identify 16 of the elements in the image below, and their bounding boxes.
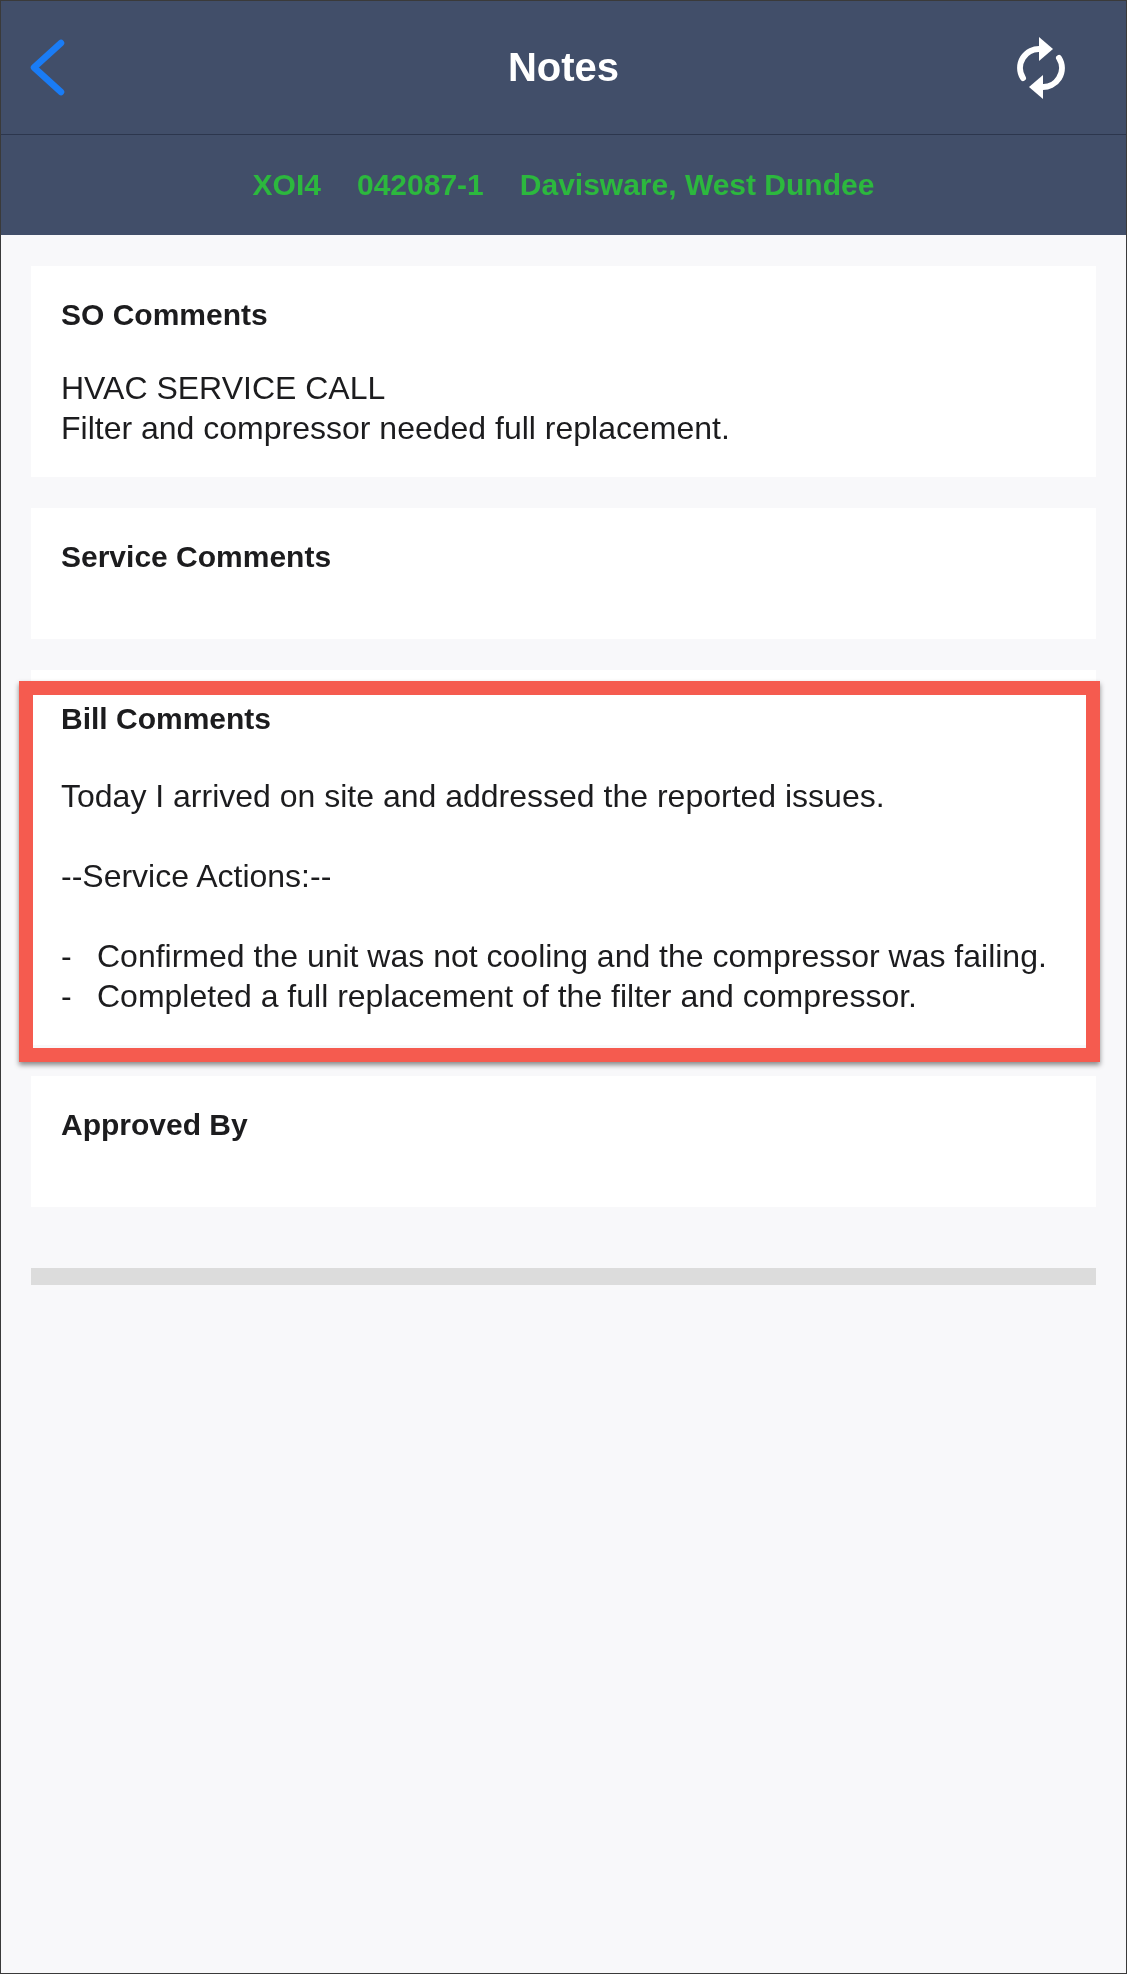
list-item-text: Confirmed the unit was not cooling and the compressor was failing. bbox=[97, 937, 1047, 976]
bullet-marker: - bbox=[61, 977, 73, 1016]
comment-text: --Service Actions:-- bbox=[61, 857, 333, 896]
comment-line: Filter and compressor needed full replacement. bbox=[61, 409, 731, 448]
list-item-text: Completed a full replacement of the filter and compressor. bbox=[97, 977, 917, 1016]
card-title: Approved By bbox=[61, 1108, 249, 1142]
job-code: XOI4 bbox=[252, 168, 321, 202]
customer-location: Davisware, West Dundee bbox=[519, 168, 875, 202]
card-title: Service Comments bbox=[61, 540, 333, 574]
bullet-marker: - bbox=[61, 937, 73, 976]
card-title: Bill Comments bbox=[61, 702, 273, 736]
order-number: 042087-1 bbox=[357, 168, 484, 202]
comment-line: HVAC SERVICE CALL bbox=[61, 369, 387, 408]
comment-text: Today I arrived on site and addressed the reported issues. bbox=[61, 777, 886, 816]
card-title: SO Comments bbox=[61, 298, 269, 332]
page-title: Notes bbox=[507, 45, 620, 90]
